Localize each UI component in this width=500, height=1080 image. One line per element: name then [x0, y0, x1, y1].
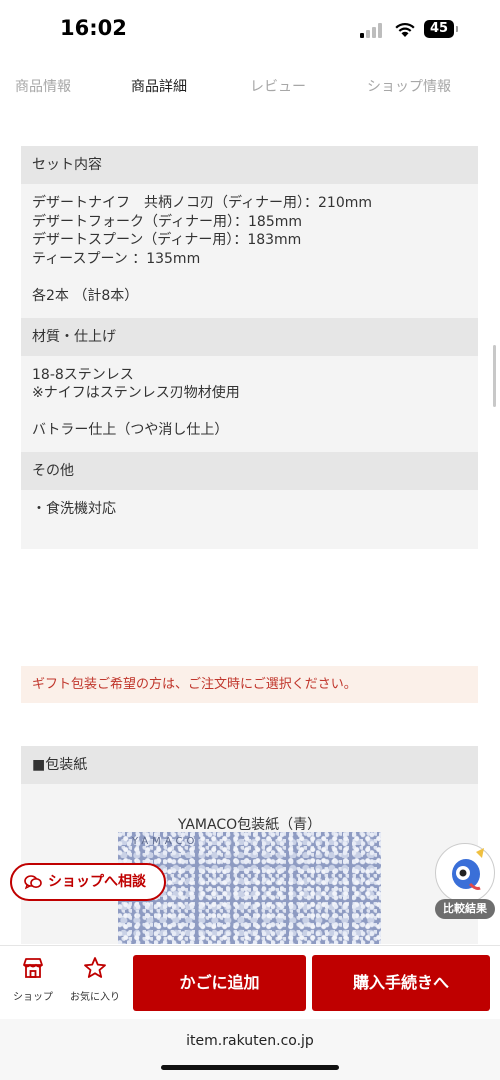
tab-reviews[interactable]: レビュー: [250, 76, 306, 96]
gift-wrap-notice: ギフト包装ご希望の方は、ご注文時にご選択ください。: [21, 666, 478, 703]
spec-line: デザートナイフ 共柄ノコ刃（ディナー用）：210mm: [32, 195, 373, 211]
spec-line: デザートフォーク（ディナー用）：185mm: [32, 213, 303, 230]
shop-icon: [23, 958, 43, 978]
section-heading-set-contents: セット内容: [21, 146, 478, 184]
status-bar: 16:02 45: [0, 0, 500, 60]
section-heading-other: その他: [21, 451, 478, 490]
favorite-label: お気に入り: [70, 992, 120, 1003]
checkout-button[interactable]: 購入手続きへ: [312, 955, 490, 1011]
product-tab-bar: 商品情報 商品詳細 レビュー ショップ情報: [0, 70, 500, 104]
spec-line: デザートスプーン（ディナー用）：183mm: [32, 232, 302, 249]
spec-line: 各2本 （計8本）: [32, 287, 139, 304]
bottom-action-bar: ショップ お気に入り かごに追加 購入手続きへ: [0, 945, 500, 1020]
browser-url-bar[interactable]: item.rakuten.co.jp: [0, 1019, 500, 1080]
shop-consult-label: ショップへ相談: [48, 874, 146, 890]
shop-consult-button[interactable]: ショップへ相談: [10, 863, 166, 901]
add-to-cart-button[interactable]: かごに追加: [133, 955, 306, 1011]
spec-line: バトラー仕上（つや消し仕上）: [32, 422, 229, 439]
wrapping-image-text: YAMACO: [132, 836, 199, 847]
compare-results-button[interactable]: 比較結果: [433, 843, 497, 919]
tab-shop-info[interactable]: ショップ情報: [367, 76, 451, 96]
section-body-material: 18-8ステンレス ※ナイフはステンレス刃物材使用 バトラー仕上（つや消し仕上）: [21, 355, 478, 452]
scroll-indicator: [493, 345, 496, 407]
url-text: item.rakuten.co.jp: [186, 1033, 314, 1049]
spec-line: [32, 403, 467, 422]
compare-results-label: 比較結果: [435, 899, 495, 919]
section-body-set-contents: デザートナイフ 共柄ノコ刃（ディナー用）：210mm デザートフォーク（ディナー…: [21, 184, 478, 318]
spec-content: セット内容 デザートナイフ 共柄ノコ刃（ディナー用）：210mm デザートフォー…: [21, 146, 478, 549]
spec-line: 18-8ステンレス: [32, 366, 134, 383]
spec-line: [32, 268, 467, 287]
shop-link[interactable]: ショップ: [8, 956, 58, 1003]
tab-product-info[interactable]: 商品情報: [15, 76, 71, 96]
favorite-link[interactable]: お気に入り: [64, 956, 126, 1003]
spec-line: ※ナイフはステンレス刃物材使用: [32, 385, 240, 402]
wifi-icon: [395, 22, 415, 37]
status-time: 16:02: [60, 16, 127, 40]
tab-product-details[interactable]: 商品詳細: [131, 76, 187, 96]
battery-icon: 45: [424, 20, 458, 38]
star-icon: [84, 957, 106, 978]
cellular-signal-icon: [360, 22, 384, 38]
home-indicator[interactable]: [161, 1065, 339, 1070]
chat-icon: [24, 875, 42, 890]
shop-label: ショップ: [13, 992, 53, 1003]
section-heading-material: 材質・仕上げ: [21, 317, 478, 356]
wrapping-item-title: YAMACO包装紙（青）: [177, 817, 322, 833]
wrapping-heading: ■包装紙: [21, 746, 478, 784]
spec-line: ティースプーン ：135mm: [32, 250, 201, 267]
section-body-other: ・食洗機対応: [21, 489, 478, 549]
spec-line: ・食洗機対応: [32, 500, 116, 517]
compare-mascot-icon: [435, 843, 495, 903]
